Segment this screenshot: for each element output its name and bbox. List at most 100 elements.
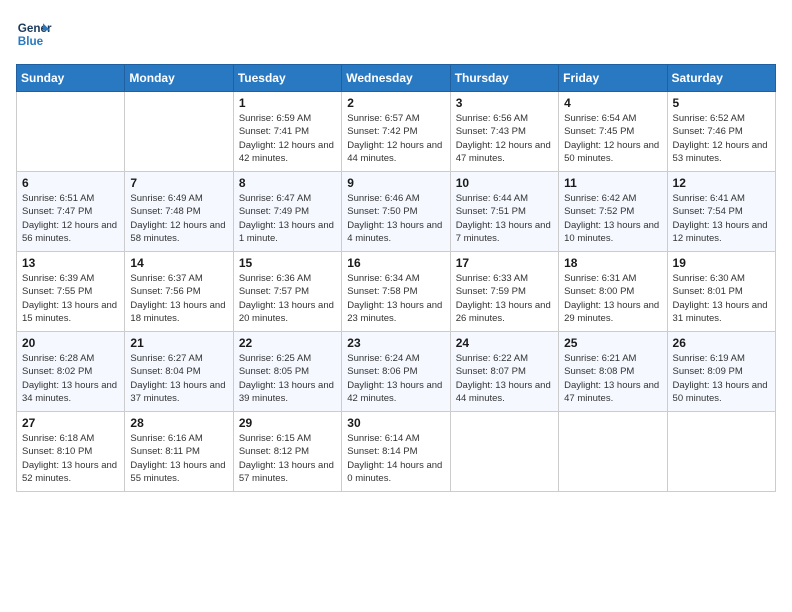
calendar-cell: 30Sunrise: 6:14 AM Sunset: 8:14 PM Dayli… bbox=[342, 412, 450, 492]
calendar-cell: 13 Sunrise: 6:39 AM Sunset: 7:55 PM Dayli… bbox=[17, 252, 125, 332]
calendar-cell: 14Sunrise: 6:37 AM Sunset: 7:56 PM Dayli… bbox=[125, 252, 233, 332]
calendar-cell: 29 Sunrise: 6:15 AM Sunset: 8:12 PM Dayli… bbox=[233, 412, 341, 492]
calendar-cell: 10 Sunrise: 6:44 AM Sunset: 7:51 PM Dayli… bbox=[450, 172, 558, 252]
calendar-cell: 6 Sunrise: 6:51 AM Sunset: 7:47 PM Daylig… bbox=[17, 172, 125, 252]
calendar-cell: 8 Sunrise: 6:47 AM Sunset: 7:49 PM Daylig… bbox=[233, 172, 341, 252]
day-number: 15 bbox=[239, 256, 336, 270]
day-of-week-header: Wednesday bbox=[342, 65, 450, 92]
day-info: Sunrise: 6:59 AM Sunset: 7:41 PM Dayligh… bbox=[239, 112, 336, 165]
day-of-week-header: Sunday bbox=[17, 65, 125, 92]
day-info: Sunrise: 6:36 AM Sunset: 7:57 PM Dayligh… bbox=[239, 272, 336, 325]
day-of-week-header: Friday bbox=[559, 65, 667, 92]
day-number: 19 bbox=[673, 256, 770, 270]
day-number: 12 bbox=[673, 176, 770, 190]
day-info: Sunrise: 6:19 AM Sunset: 8:09 PM Dayligh… bbox=[673, 352, 770, 405]
calendar-week-row: 6 Sunrise: 6:51 AM Sunset: 7:47 PM Daylig… bbox=[17, 172, 776, 252]
day-info: Sunrise: 6:16 AM Sunset: 8:11 PM Dayligh… bbox=[130, 432, 227, 485]
day-info: Sunrise: 6:34 AM Sunset: 7:58 PM Dayligh… bbox=[347, 272, 444, 325]
day-number: 5 bbox=[673, 96, 770, 110]
calendar-cell: 1 Sunrise: 6:59 AM Sunset: 7:41 PM Daylig… bbox=[233, 92, 341, 172]
day-number: 3 bbox=[456, 96, 553, 110]
day-info: Sunrise: 6:33 AM Sunset: 7:59 PM Dayligh… bbox=[456, 272, 553, 325]
day-number: 29 bbox=[239, 416, 336, 430]
calendar: SundayMondayTuesdayWednesdayThursdayFrid… bbox=[16, 64, 776, 492]
day-number: 14 bbox=[130, 256, 227, 270]
day-number: 23 bbox=[347, 336, 444, 350]
day-info: Sunrise: 6:41 AM Sunset: 7:54 PM Dayligh… bbox=[673, 192, 770, 245]
day-info: Sunrise: 6:24 AM Sunset: 8:06 PM Dayligh… bbox=[347, 352, 444, 405]
day-info: Sunrise: 6:49 AM Sunset: 7:48 PM Dayligh… bbox=[130, 192, 227, 245]
day-number: 1 bbox=[239, 96, 336, 110]
calendar-cell: 16Sunrise: 6:34 AM Sunset: 7:58 PM Dayli… bbox=[342, 252, 450, 332]
calendar-cell: 5 Sunrise: 6:52 AM Sunset: 7:46 PM Daylig… bbox=[667, 92, 775, 172]
day-info: Sunrise: 6:22 AM Sunset: 8:07 PM Dayligh… bbox=[456, 352, 553, 405]
day-info: Sunrise: 6:30 AM Sunset: 8:01 PM Dayligh… bbox=[673, 272, 770, 325]
day-of-week-header: Monday bbox=[125, 65, 233, 92]
calendar-cell: 26 Sunrise: 6:19 AM Sunset: 8:09 PM Dayli… bbox=[667, 332, 775, 412]
day-info: Sunrise: 6:47 AM Sunset: 7:49 PM Dayligh… bbox=[239, 192, 336, 245]
day-number: 25 bbox=[564, 336, 661, 350]
day-number: 22 bbox=[239, 336, 336, 350]
day-info: Sunrise: 6:56 AM Sunset: 7:43 PM Dayligh… bbox=[456, 112, 553, 165]
logo: General Blue bbox=[16, 16, 56, 52]
calendar-cell bbox=[450, 412, 558, 492]
day-number: 21 bbox=[130, 336, 227, 350]
day-info: Sunrise: 6:44 AM Sunset: 7:51 PM Dayligh… bbox=[456, 192, 553, 245]
calendar-cell bbox=[125, 92, 233, 172]
calendar-cell: 15 Sunrise: 6:36 AM Sunset: 7:57 PM Dayli… bbox=[233, 252, 341, 332]
day-info: Sunrise: 6:57 AM Sunset: 7:42 PM Dayligh… bbox=[347, 112, 444, 165]
calendar-cell bbox=[559, 412, 667, 492]
calendar-cell: 12 Sunrise: 6:41 AM Sunset: 7:54 PM Dayli… bbox=[667, 172, 775, 252]
day-number: 13 bbox=[22, 256, 119, 270]
day-number: 4 bbox=[564, 96, 661, 110]
day-number: 27 bbox=[22, 416, 119, 430]
day-info: Sunrise: 6:28 AM Sunset: 8:02 PM Dayligh… bbox=[22, 352, 119, 405]
calendar-cell: 27Sunrise: 6:18 AM Sunset: 8:10 PM Dayli… bbox=[17, 412, 125, 492]
calendar-cell: 18Sunrise: 6:31 AM Sunset: 8:00 PM Dayli… bbox=[559, 252, 667, 332]
day-info: Sunrise: 6:21 AM Sunset: 8:08 PM Dayligh… bbox=[564, 352, 661, 405]
day-number: 24 bbox=[456, 336, 553, 350]
day-number: 7 bbox=[130, 176, 227, 190]
day-info: Sunrise: 6:39 AM Sunset: 7:55 PM Dayligh… bbox=[22, 272, 119, 325]
calendar-cell: 25 Sunrise: 6:21 AM Sunset: 8:08 PM Dayli… bbox=[559, 332, 667, 412]
day-info: Sunrise: 6:15 AM Sunset: 8:12 PM Dayligh… bbox=[239, 432, 336, 485]
calendar-header-row: SundayMondayTuesdayWednesdayThursdayFrid… bbox=[17, 65, 776, 92]
day-info: Sunrise: 6:52 AM Sunset: 7:46 PM Dayligh… bbox=[673, 112, 770, 165]
calendar-week-row: 1 Sunrise: 6:59 AM Sunset: 7:41 PM Daylig… bbox=[17, 92, 776, 172]
day-info: Sunrise: 6:54 AM Sunset: 7:45 PM Dayligh… bbox=[564, 112, 661, 165]
day-number: 26 bbox=[673, 336, 770, 350]
calendar-cell: 28 Sunrise: 6:16 AM Sunset: 8:11 PM Dayli… bbox=[125, 412, 233, 492]
calendar-week-row: 13 Sunrise: 6:39 AM Sunset: 7:55 PM Dayli… bbox=[17, 252, 776, 332]
calendar-cell: 3 Sunrise: 6:56 AM Sunset: 7:43 PM Daylig… bbox=[450, 92, 558, 172]
page-header: General Blue bbox=[16, 16, 776, 52]
day-info: Sunrise: 6:46 AM Sunset: 7:50 PM Dayligh… bbox=[347, 192, 444, 245]
day-number: 2 bbox=[347, 96, 444, 110]
day-number: 30 bbox=[347, 416, 444, 430]
day-number: 6 bbox=[22, 176, 119, 190]
day-info: Sunrise: 6:25 AM Sunset: 8:05 PM Dayligh… bbox=[239, 352, 336, 405]
calendar-cell: 9Sunrise: 6:46 AM Sunset: 7:50 PM Daylig… bbox=[342, 172, 450, 252]
day-number: 11 bbox=[564, 176, 661, 190]
day-of-week-header: Tuesday bbox=[233, 65, 341, 92]
calendar-cell: 23 Sunrise: 6:24 AM Sunset: 8:06 PM Dayli… bbox=[342, 332, 450, 412]
calendar-cell: 4 Sunrise: 6:54 AM Sunset: 7:45 PM Daylig… bbox=[559, 92, 667, 172]
day-info: Sunrise: 6:27 AM Sunset: 8:04 PM Dayligh… bbox=[130, 352, 227, 405]
day-info: Sunrise: 6:42 AM Sunset: 7:52 PM Dayligh… bbox=[564, 192, 661, 245]
calendar-cell: 17 Sunrise: 6:33 AM Sunset: 7:59 PM Dayli… bbox=[450, 252, 558, 332]
calendar-cell: 7 Sunrise: 6:49 AM Sunset: 7:48 PM Daylig… bbox=[125, 172, 233, 252]
day-number: 8 bbox=[239, 176, 336, 190]
logo-icon: General Blue bbox=[16, 16, 52, 52]
day-number: 20 bbox=[22, 336, 119, 350]
calendar-cell: 21 Sunrise: 6:27 AM Sunset: 8:04 PM Dayli… bbox=[125, 332, 233, 412]
day-number: 28 bbox=[130, 416, 227, 430]
calendar-cell: 19 Sunrise: 6:30 AM Sunset: 8:01 PM Dayli… bbox=[667, 252, 775, 332]
day-number: 10 bbox=[456, 176, 553, 190]
svg-text:Blue: Blue bbox=[18, 35, 44, 48]
day-info: Sunrise: 6:51 AM Sunset: 7:47 PM Dayligh… bbox=[22, 192, 119, 245]
day-number: 18 bbox=[564, 256, 661, 270]
calendar-cell: 2 Sunrise: 6:57 AM Sunset: 7:42 PM Daylig… bbox=[342, 92, 450, 172]
calendar-week-row: 27Sunrise: 6:18 AM Sunset: 8:10 PM Dayli… bbox=[17, 412, 776, 492]
calendar-cell bbox=[667, 412, 775, 492]
day-number: 17 bbox=[456, 256, 553, 270]
calendar-cell bbox=[17, 92, 125, 172]
